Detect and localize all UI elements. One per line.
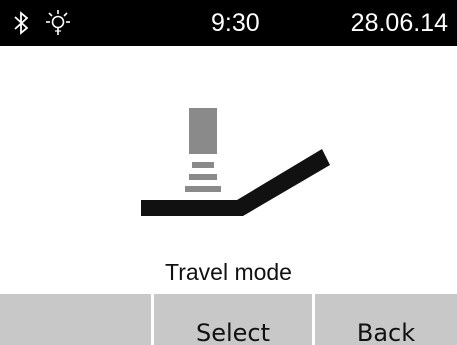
travel-mode-illustration — [0, 46, 457, 246]
device-screen: 9:30 28.06.14 Travel mode Select Back — [0, 0, 457, 345]
bent-base-plate — [141, 149, 330, 216]
travel-mode-icon — [141, 108, 330, 216]
back-button[interactable]: Back — [315, 294, 457, 345]
tool-segment-3 — [185, 186, 221, 192]
softkey-bar: Select Back — [0, 294, 457, 345]
status-bar: 9:30 28.06.14 — [0, 0, 457, 46]
status-time: 9:30 — [211, 9, 260, 37]
bluetooth-icon — [8, 9, 36, 37]
status-date: 28.06.14 — [350, 9, 448, 37]
light-bulb-icon — [42, 9, 74, 37]
mode-label: Travel mode — [165, 259, 292, 285]
softkey-left[interactable] — [0, 294, 151, 345]
tool-segment-2 — [189, 174, 217, 180]
tool-column — [189, 108, 217, 154]
select-button[interactable]: Select — [154, 294, 312, 345]
tool-segment-1 — [192, 162, 214, 168]
